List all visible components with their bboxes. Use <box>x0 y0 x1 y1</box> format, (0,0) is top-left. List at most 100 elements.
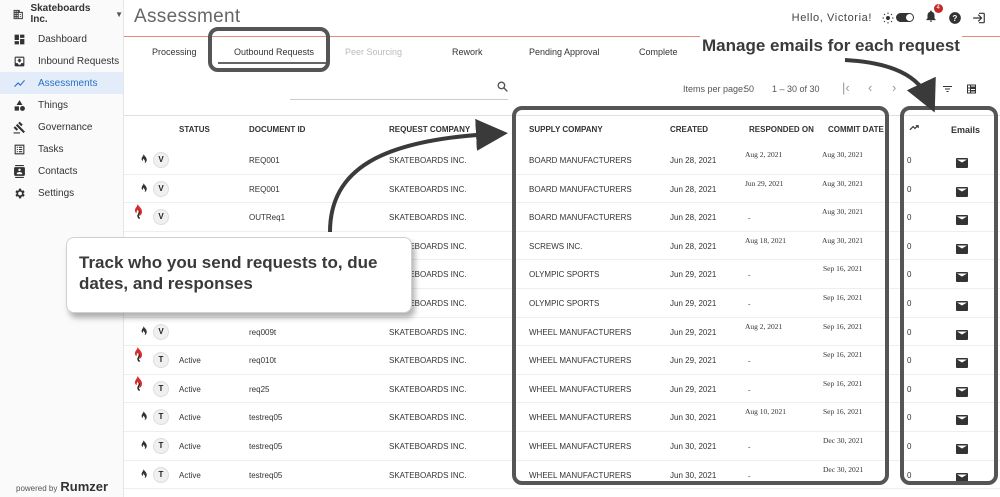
caret-down-icon: ▼ <box>115 9 123 19</box>
items-per-page-label: Items per page: <box>683 84 746 94</box>
help-icon[interactable]: ? <box>948 11 962 25</box>
sidebar-item-label: Settings <box>38 187 75 199</box>
document-id-cell[interactable]: OUTReq1 <box>249 213 285 222</box>
sidebar-item-contacts[interactable]: Contacts <box>0 160 123 182</box>
notifications-button[interactable]: 4 <box>924 4 943 26</box>
sidebar-item-inbound-requests[interactable]: Inbound Requests <box>0 50 123 72</box>
document-id-cell[interactable]: REQ001 <box>249 185 280 194</box>
contacts-icon <box>12 164 26 178</box>
tab-processing[interactable]: Processing <box>152 47 197 57</box>
sidebar-item-tasks[interactable]: Tasks <box>0 138 123 160</box>
sidebar-item-label: Things <box>38 99 69 111</box>
sun-icon <box>882 12 894 23</box>
first-page-button[interactable]: |‹ <box>842 80 850 95</box>
document-id-cell[interactable]: testreq05 <box>249 413 282 422</box>
sidebar-item-label: Governance <box>38 121 93 133</box>
org-switcher[interactable]: Skateboards Inc. ▼ <box>0 0 123 28</box>
annotation-track: Track who you send requests to, due date… <box>66 237 412 313</box>
tab-rework[interactable]: Rework <box>452 47 483 57</box>
app-window: { "sidebar": { "org_name": "Skateboards … <box>0 0 1000 497</box>
request-company-cell: SKATEBOARDS INC. <box>389 213 467 223</box>
highlight-outbound-tab <box>208 27 330 72</box>
status-cell: Active <box>179 442 201 451</box>
sidebar-item-governance[interactable]: Governance <box>0 116 123 138</box>
fire-hot-icon <box>131 346 145 367</box>
powered-by: powered by Rumzer <box>16 479 108 494</box>
sidebar-item-things[interactable]: Things <box>0 94 123 116</box>
assignee-avatar: V <box>153 180 169 197</box>
tab-complete[interactable]: Complete <box>639 47 678 57</box>
request-company-cell: SKATEBOARDS INC. <box>389 442 467 451</box>
assignee-avatar: T <box>153 466 169 483</box>
status-cell: Active <box>179 413 201 423</box>
fire-icon <box>138 324 148 342</box>
brand-name: Rumzer <box>60 479 109 494</box>
annotation-emails: Manage emails for each request <box>700 36 962 56</box>
items-per-page-select[interactable]: 50 <box>744 84 754 94</box>
assignee-avatar: T <box>153 352 169 369</box>
sidebar-item-settings[interactable]: Settings <box>0 182 123 204</box>
page-range: 1 – 30 of 30 <box>772 84 820 94</box>
search-icon[interactable] <box>496 80 509 93</box>
request-company-cell: SKATEBOARDS INC. <box>389 470 467 480</box>
header-actions: Hello, Victoria! 4 ? <box>791 4 986 26</box>
assignee-avatar: V <box>153 152 169 168</box>
document-id-cell[interactable]: req25 <box>249 385 269 394</box>
sidebar-item-label: Assessments <box>38 77 98 89</box>
request-company-cell: SKATEBOARDS INC. <box>389 356 467 366</box>
document-id-cell[interactable]: testreq05 <box>249 471 282 480</box>
assignee-avatar: T <box>153 380 169 397</box>
svg-text:?: ? <box>952 13 957 22</box>
request-company-cell: SKATEBOARDS INC. <box>389 413 467 423</box>
columns-icon[interactable] <box>965 83 978 95</box>
column-header-status[interactable]: STATUS <box>179 125 210 134</box>
fire-icon <box>138 409 148 427</box>
logout-icon[interactable] <box>972 11 986 25</box>
status-cell: Active <box>179 470 201 480</box>
document-id-cell[interactable]: testreq05 <box>249 442 282 451</box>
greeting: Hello, Victoria! <box>791 11 872 24</box>
sidebar-item-dashboard[interactable]: Dashboard <box>0 28 123 50</box>
sidebar-item-label: Contacts <box>38 165 78 177</box>
search-input[interactable] <box>290 99 508 100</box>
assignee-avatar: T <box>153 438 169 454</box>
tasks-icon <box>12 142 26 156</box>
document-id-cell[interactable]: req009t <box>249 328 276 337</box>
tab-peer-sourcing[interactable]: Peer Sourcing <box>345 47 402 57</box>
next-page-button[interactable]: › <box>892 80 896 95</box>
tab-pending-approval[interactable]: Pending Approval <box>529 47 600 57</box>
fire-icon <box>138 467 148 485</box>
request-company-cell: SKATEBOARDS INC. <box>389 327 467 337</box>
request-company-cell: SKATEBOARDS INC. <box>389 156 467 165</box>
fire-icon <box>138 181 148 199</box>
assignee-avatar: V <box>153 323 169 340</box>
status-cell: Active <box>179 384 201 394</box>
fire-icon <box>138 152 148 170</box>
column-header-document-id[interactable]: DOCUMENT ID <box>249 125 305 134</box>
prev-page-button[interactable]: ‹ <box>868 80 872 95</box>
sidebar-item-label: Dashboard <box>38 33 87 45</box>
fire-icon <box>138 438 148 456</box>
fire-hot-icon <box>131 203 145 224</box>
request-company-cell: SKATEBOARDS INC. <box>389 184 467 194</box>
column-header-request-company[interactable]: REQUEST COMPANY <box>389 125 470 134</box>
toggle-switch[interactable] <box>896 13 914 22</box>
sidebar-item-label: Inbound Requests <box>38 55 120 67</box>
gavel-icon <box>12 120 26 134</box>
inbox-icon <box>12 54 26 68</box>
page-title: Assessment <box>134 6 241 27</box>
sidebar-item-assessments[interactable]: Assessments <box>0 72 123 94</box>
highlight-supply-columns <box>512 106 889 485</box>
org-name: Skateboards Inc. <box>30 3 91 25</box>
sidebar-item-label: Tasks <box>38 143 64 155</box>
document-id-cell[interactable]: REQ001 <box>249 156 280 165</box>
powered-by-label: powered by <box>16 484 58 493</box>
document-id-cell[interactable]: req010t <box>249 356 276 365</box>
fire-hot-icon <box>131 375 145 396</box>
theme-toggle[interactable] <box>882 12 914 24</box>
gear-icon <box>12 186 26 200</box>
highlight-emails-column <box>900 106 998 485</box>
shapes-icon <box>12 98 26 112</box>
filter-icon[interactable] <box>941 83 954 95</box>
trending-icon <box>12 76 26 90</box>
